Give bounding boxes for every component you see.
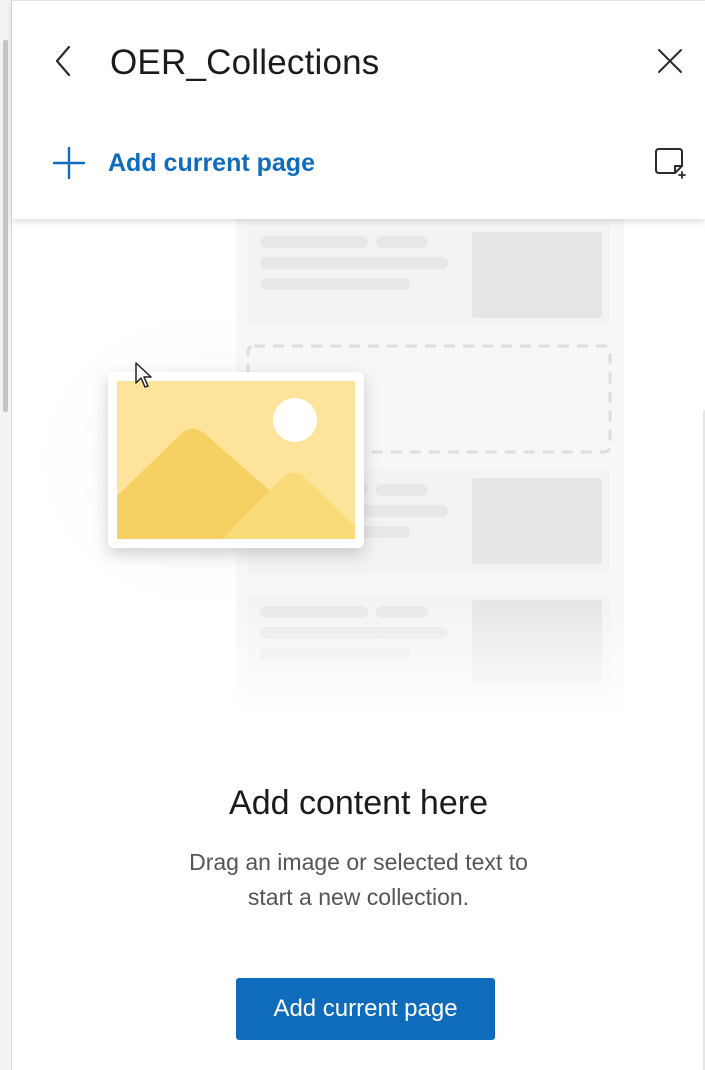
collections-panel: OER_Collections Add current page Add con… — [12, 0, 705, 1070]
add-current-page-button[interactable]: Add current page — [236, 978, 495, 1040]
empty-state-description: Drag an image or selected text to start … — [12, 845, 705, 915]
bottom-fade — [222, 600, 642, 720]
chevron-left-icon — [55, 45, 71, 77]
panel-header: OER_Collections Add current page — [12, 0, 705, 219]
add-note-icon — [655, 148, 686, 179]
add-current-page-link[interactable]: Add current page — [52, 141, 315, 185]
close-button[interactable] — [654, 43, 686, 79]
close-icon — [658, 49, 682, 73]
plus-icon — [52, 146, 86, 180]
image-placeholder-icon — [117, 381, 355, 539]
placeholder-card-1 — [248, 222, 610, 326]
back-button[interactable] — [48, 39, 78, 83]
collection-title: OER_Collections — [110, 43, 380, 82]
empty-state-heading: Add content here — [229, 784, 488, 822]
description-line-1: Drag an image or selected text to — [189, 849, 528, 875]
outer-scrollbar-thumb[interactable] — [3, 40, 8, 412]
outer-scrollbar[interactable] — [0, 0, 12, 1070]
add-current-page-label: Add current page — [108, 148, 315, 177]
description-line-2: start a new collection. — [247, 884, 470, 910]
add-note-button[interactable] — [652, 143, 688, 183]
